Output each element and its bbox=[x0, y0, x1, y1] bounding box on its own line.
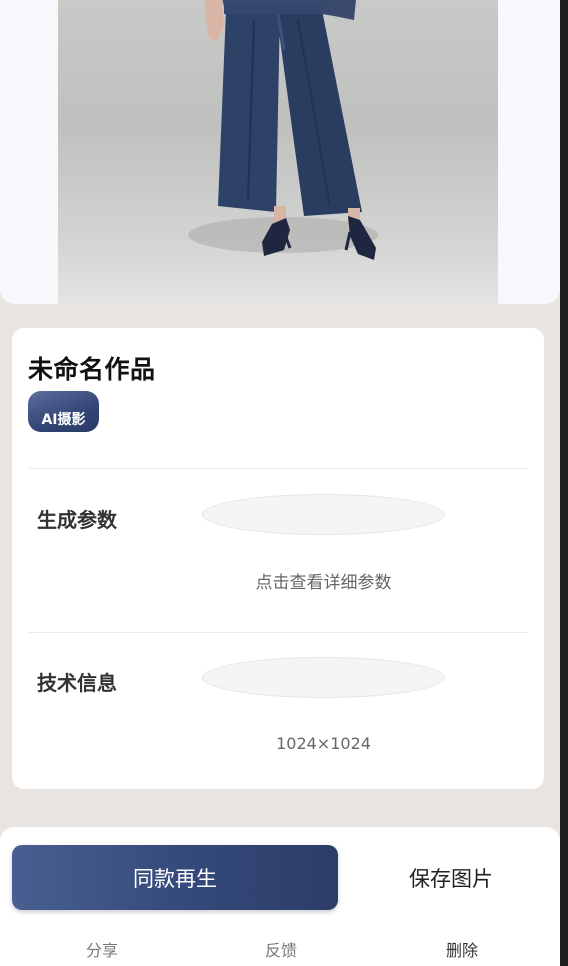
generation-params-label: 生成参数 bbox=[37, 508, 117, 532]
artwork-title: 未命名作品 bbox=[28, 355, 156, 384]
window-edge bbox=[560, 0, 568, 966]
app-screen: 未命名作品 AI摄影 生成参数 点击查看详细参数 技术信息 1024×1024 … bbox=[0, 0, 560, 966]
save-image-button[interactable]: 保存图片 bbox=[360, 845, 542, 910]
model-figure-illustration bbox=[188, 0, 378, 260]
delete-button[interactable]: 删除 bbox=[412, 937, 512, 961]
view-params-link[interactable]: 点击查看详细参数 bbox=[202, 568, 445, 593]
share-button[interactable]: 分享 bbox=[52, 937, 152, 961]
feedback-button[interactable]: 反馈 bbox=[231, 937, 331, 961]
tech-info-label: 技术信息 bbox=[37, 671, 117, 695]
generation-params-placeholder bbox=[202, 494, 445, 535]
tech-info-placeholder bbox=[202, 657, 445, 698]
category-tag: AI摄影 bbox=[28, 391, 99, 432]
regenerate-button[interactable]: 同款再生 bbox=[12, 845, 338, 910]
divider bbox=[28, 468, 528, 469]
divider bbox=[28, 632, 528, 633]
artwork-info-card: 未命名作品 AI摄影 生成参数 点击查看详细参数 技术信息 1024×1024 bbox=[12, 328, 544, 789]
generated-photo[interactable] bbox=[58, 0, 498, 304]
resolution-value: 1024×1024 bbox=[276, 734, 371, 753]
action-panel: 同款再生 保存图片 分享 反馈 删除 bbox=[0, 827, 560, 966]
image-card bbox=[0, 0, 560, 304]
